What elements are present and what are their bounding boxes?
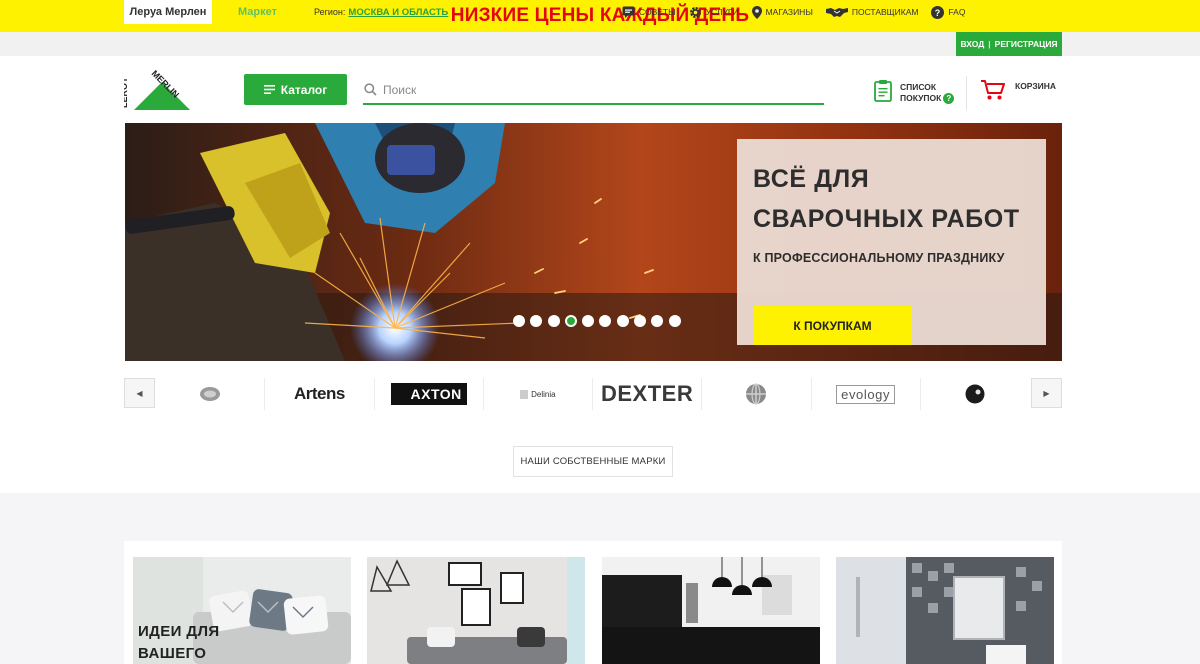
utility-nav: СОВЕТЫ УСЛУГИ МАГАЗИНЫ ПОСТАВЩИКАМ ? FAQ xyxy=(622,0,978,24)
brand-round-logo-icon xyxy=(200,387,221,401)
nav-stores[interactable]: МАГАЗИНЫ xyxy=(751,5,813,19)
idea-card-kitchen[interactable] xyxy=(602,557,820,664)
tab-leroy-merlin[interactable]: Леруа Мерлен xyxy=(124,0,212,24)
brand-axton-text: AXTON xyxy=(390,383,467,405)
brand-dexter-text: DEXTER xyxy=(601,381,694,406)
nav-tips-label: СОВЕТЫ xyxy=(639,7,676,17)
arrow-right-icon: ▶ xyxy=(1043,388,1050,398)
own-brands-button[interactable]: НАШИ СОБСТВЕННЫЕ МАРКИ xyxy=(513,446,673,477)
idea-card-image xyxy=(367,557,585,664)
nav-services[interactable]: УСЛУГИ xyxy=(689,6,739,19)
hero-title-line2: СВАРОЧНЫХ РАБОТ xyxy=(753,205,1020,233)
slider-dot[interactable] xyxy=(513,315,525,327)
brand-logo-evology[interactable]: evology xyxy=(812,378,921,410)
idea-card-bathroom[interactable] xyxy=(836,557,1054,664)
nav-tips[interactable]: СОВЕТЫ xyxy=(622,6,676,18)
hero-shop-button[interactable]: К ПОКУПКАМ xyxy=(753,306,912,345)
shopping-list-help-badge[interactable]: ? xyxy=(943,93,955,105)
login-separator: | xyxy=(988,39,991,49)
catalog-label: Каталог xyxy=(280,82,328,97)
slider-dot[interactable] xyxy=(599,315,612,327)
nav-services-label: УСЛУГИ xyxy=(705,7,739,17)
idea-card-title-line1: ИДЕИ ДЛЯ xyxy=(138,623,220,640)
nav-suppliers[interactable]: ПОСТАВЩИКАМ xyxy=(825,6,919,18)
slider-dot[interactable] xyxy=(547,315,560,327)
header-divider xyxy=(966,76,967,110)
map-pin-icon xyxy=(751,5,762,19)
brand-logo-dexter[interactable]: DEXTER xyxy=(593,378,703,410)
arrow-left-icon: ◀ xyxy=(136,388,143,398)
nav-stores-label: МАГАЗИНЫ xyxy=(765,7,813,17)
slider-dot[interactable] xyxy=(634,315,647,327)
cart-icon xyxy=(980,79,1005,106)
cart-link[interactable]: КОРЗИНА xyxy=(980,79,1056,107)
idea-card-title-line2: ВАШЕГО xyxy=(138,645,207,662)
shopping-list-line1: СПИСОК xyxy=(900,81,937,92)
brand-logo[interactable] xyxy=(156,378,266,410)
slider-dot[interactable] xyxy=(616,315,629,327)
login-link[interactable]: ВХОД xyxy=(960,39,984,49)
brand-artens-text: Artens xyxy=(293,384,345,403)
search-bar xyxy=(363,76,824,105)
brand-logo-delinia[interactable]: Delinia xyxy=(484,378,593,410)
region-selector[interactable]: Регион: МОСКВА И ОБЛАСТЬ xyxy=(314,0,448,24)
brand-delinia-text: Delinia xyxy=(520,389,556,399)
nav-faq-label: FAQ xyxy=(948,7,966,17)
brands-prev-button[interactable]: ◀ xyxy=(124,378,155,408)
hero-promo-card: ВСЁ ДЛЯ СВАРОЧНЫХ РАБОТ К ПРОФЕССИОНАЛЬН… xyxy=(737,139,1046,345)
idea-card-image xyxy=(836,557,1054,664)
brands-next-button[interactable]: ▶ xyxy=(1031,378,1062,408)
menu-icon xyxy=(263,85,275,94)
hero-slider[interactable]: ВСЁ ДЛЯ СВАРОЧНЫХ РАБОТ К ПРОФЕССИОНАЛЬН… xyxy=(125,123,1062,361)
shopping-list-text: СПИСОК ПОКУПОК? xyxy=(900,81,955,105)
register-link[interactable]: РЕГИСТРАЦИЯ xyxy=(995,39,1058,49)
chat-icon xyxy=(622,6,635,18)
hero-title-line1: ВСЁ ДЛЯ xyxy=(753,165,870,193)
leroy-merlin-logo[interactable]: LEROY MERLIN xyxy=(119,68,190,110)
svg-text:?: ? xyxy=(935,8,941,18)
svg-text:LEROY: LEROY xyxy=(124,77,129,108)
clipboard-icon xyxy=(874,79,892,107)
slider-dot[interactable] xyxy=(582,315,595,327)
hero-slider-dots xyxy=(513,315,686,327)
search-icon[interactable] xyxy=(364,83,377,96)
slider-dot[interactable] xyxy=(651,315,664,327)
region-link[interactable]: МОСКВА И ОБЛАСТЬ xyxy=(348,7,448,18)
slider-dot[interactable] xyxy=(530,315,543,327)
brand-logo-axton[interactable]: AXTON xyxy=(375,378,484,410)
shopping-list-link[interactable]: СПИСОК ПОКУПОК? xyxy=(874,79,955,107)
search-input[interactable] xyxy=(383,82,803,97)
question-icon: ? xyxy=(931,5,945,19)
handshake-icon xyxy=(825,6,848,18)
catalog-button[interactable]: Каталог xyxy=(244,74,347,105)
slider-dot-active[interactable] xyxy=(564,315,577,327)
cart-label: КОРЗИНА xyxy=(1015,81,1057,91)
idea-card-interior[interactable] xyxy=(367,557,585,664)
brand-logo[interactable] xyxy=(921,378,1030,410)
hero-subtitle: К ПРОФЕССИОНАЛЬНОМУ ПРАЗДНИКУ xyxy=(753,251,1005,265)
idea-card-image xyxy=(602,557,820,664)
brand-evology-text: evology xyxy=(836,384,896,404)
slider-dot[interactable] xyxy=(668,315,681,327)
gear-icon xyxy=(689,6,702,19)
tab-market[interactable]: Маркет xyxy=(238,0,277,24)
shopping-list-line2: ПОКУПОК xyxy=(900,92,942,103)
login-register-area: ВХОД | РЕГИСТРАЦИЯ xyxy=(956,32,1062,56)
brands-carousel: Artens AXTON Delinia DEXTER evology xyxy=(156,378,1030,410)
idea-card-title: ИДЕИ ДЛЯ ВАШЕГО xyxy=(138,621,220,664)
brand-logo-artens[interactable]: Artens xyxy=(265,378,375,410)
nav-suppliers-label: ПОСТАВЩИКАМ xyxy=(851,7,919,17)
region-label: Регион: xyxy=(314,7,346,17)
brand-dark-round-logo-icon xyxy=(965,384,985,404)
nav-faq[interactable]: ? FAQ xyxy=(931,5,966,19)
idea-card-living[interactable]: ИДЕИ ДЛЯ ВАШЕГО xyxy=(133,557,351,664)
brand-logo[interactable] xyxy=(702,378,812,410)
brand-globe-logo-icon xyxy=(746,383,767,405)
